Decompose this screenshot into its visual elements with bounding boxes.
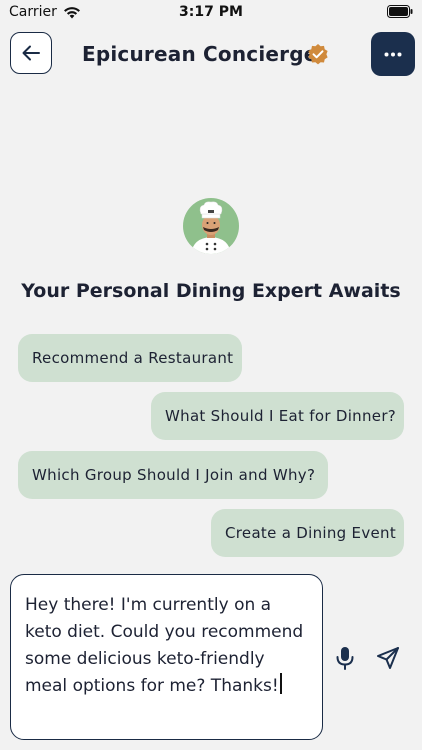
battery-icon <box>387 5 413 18</box>
status-time: 3:17 PM <box>179 4 243 20</box>
microphone-icon[interactable] <box>335 646 355 670</box>
message-input[interactable]: Hey there! I'm currently on a keto diet.… <box>10 574 323 740</box>
send-icon[interactable] <box>376 646 400 670</box>
back-arrow-icon <box>22 45 40 61</box>
suggestion-chip[interactable]: Recommend a Restaurant <box>18 334 242 382</box>
text-cursor <box>279 673 282 694</box>
intro-tagline: Your Personal Dining Expert Awaits <box>21 280 401 302</box>
suggestion-chip[interactable]: What Should I Eat for Dinner? <box>151 392 404 440</box>
back-button[interactable] <box>10 32 52 74</box>
status-bar: Carrier 3:17 PM <box>0 0 422 24</box>
verified-badge-icon <box>308 44 328 65</box>
chef-avatar-icon <box>183 198 239 254</box>
message-input-text: Hey there! I'm currently on a keto diet.… <box>25 595 304 696</box>
suggestion-chip[interactable]: Create a Dining Event <box>211 509 404 557</box>
suggestion-chip[interactable]: Which Group Should I Join and Why? <box>18 451 328 499</box>
more-dots-icon <box>384 52 402 56</box>
more-options-button[interactable] <box>371 32 415 76</box>
page-title: Epicurean Concierge <box>82 42 318 66</box>
header: Epicurean Concierge <box>0 30 422 80</box>
